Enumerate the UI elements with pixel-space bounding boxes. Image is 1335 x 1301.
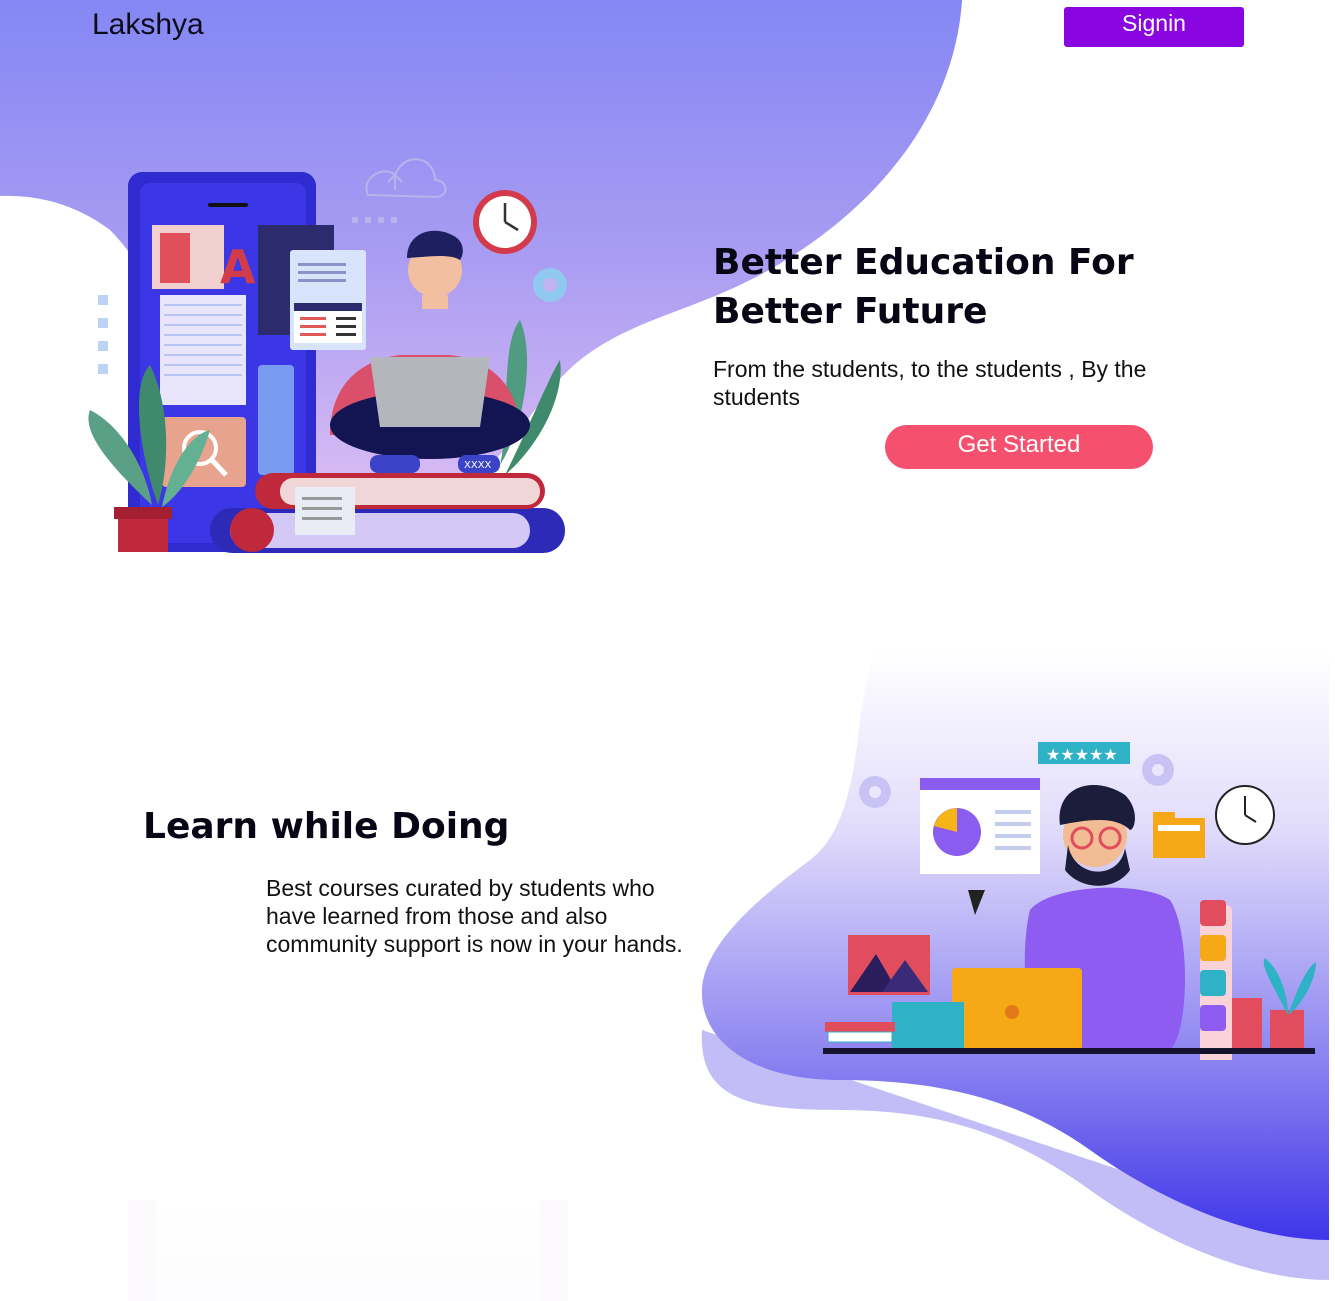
clock-icon: [1215, 785, 1275, 845]
cloud-upload-icon: [365, 158, 447, 199]
hero-subtitle: From the students, to the students , By …: [713, 356, 1147, 410]
workspace-illustration: ★★★★★: [823, 742, 1316, 1060]
clock-icon: [473, 190, 537, 254]
faint-card: [128, 1200, 568, 1301]
phone-icon: [1200, 1005, 1226, 1031]
section-description: Best courses curated by students who hav…: [266, 875, 683, 957]
pie-chart-icon: [933, 808, 981, 856]
location-pin-icon: [1200, 935, 1226, 961]
star-rating-icon: ★★★★★: [1038, 742, 1130, 764]
folder-icon: [1153, 812, 1205, 858]
svg-text:A: A: [220, 240, 256, 294]
hero-title: Better Education For Better Future: [713, 242, 1134, 332]
book-tag-label: XXXX: [464, 460, 492, 471]
section-title: Learn while Doing: [143, 806, 510, 847]
get-started-button[interactable]: Get Started: [885, 425, 1153, 469]
brand-logo[interactable]: Lakshya: [92, 8, 204, 42]
signin-button[interactable]: Signin: [1064, 7, 1244, 47]
globe-icon: [1200, 970, 1226, 996]
hero-illustration: A XXXX: [88, 158, 567, 553]
gear-icon: [533, 268, 567, 302]
svg-text:★★★★★: ★★★★★: [1046, 745, 1118, 764]
